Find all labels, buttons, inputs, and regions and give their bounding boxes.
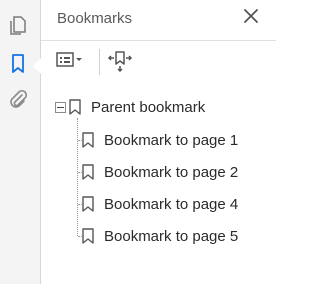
tree-item-label: Bookmark to page 5 <box>104 227 239 245</box>
bookmark-icon <box>11 53 25 79</box>
tree-item[interactable]: Bookmark to page 5 <box>82 225 238 247</box>
collapse-toggle-icon[interactable] <box>55 101 66 113</box>
tree-item-label: Bookmark to page 2 <box>104 163 239 181</box>
tree-item-parent[interactable]: Parent bookmark <box>55 96 205 118</box>
bookmark-tree: Parent bookmark Bookmark to page 1 Bookm… <box>41 0 276 284</box>
tree-item-label: Bookmark to page 4 <box>104 195 239 213</box>
bookmarks-panel-button[interactable] <box>4 51 32 81</box>
active-panel-indicator <box>33 58 41 74</box>
attachments-panel-button[interactable] <box>4 86 32 116</box>
tree-connector <box>77 118 78 236</box>
tree-item-label: Parent bookmark <box>91 98 206 116</box>
tree-item[interactable]: Bookmark to page 4 <box>82 193 238 215</box>
paperclip-icon <box>8 89 28 114</box>
page-thumbnails-button[interactable] <box>4 13 32 43</box>
tree-item[interactable]: Bookmark to page 2 <box>82 161 238 183</box>
bookmark-icon <box>82 227 96 245</box>
bookmark-icon <box>69 98 83 116</box>
bookmarks-panel: Bookmarks Parent bookmark Bookmark to pa… <box>41 0 276 284</box>
bookmark-icon <box>82 163 96 181</box>
bookmark-icon <box>82 131 96 149</box>
tree-item-label: Bookmark to page 1 <box>104 131 239 149</box>
navigation-rail <box>0 0 41 284</box>
bookmark-icon <box>82 195 96 213</box>
copy-pages-icon <box>9 15 27 41</box>
tree-item[interactable]: Bookmark to page 1 <box>82 129 238 151</box>
